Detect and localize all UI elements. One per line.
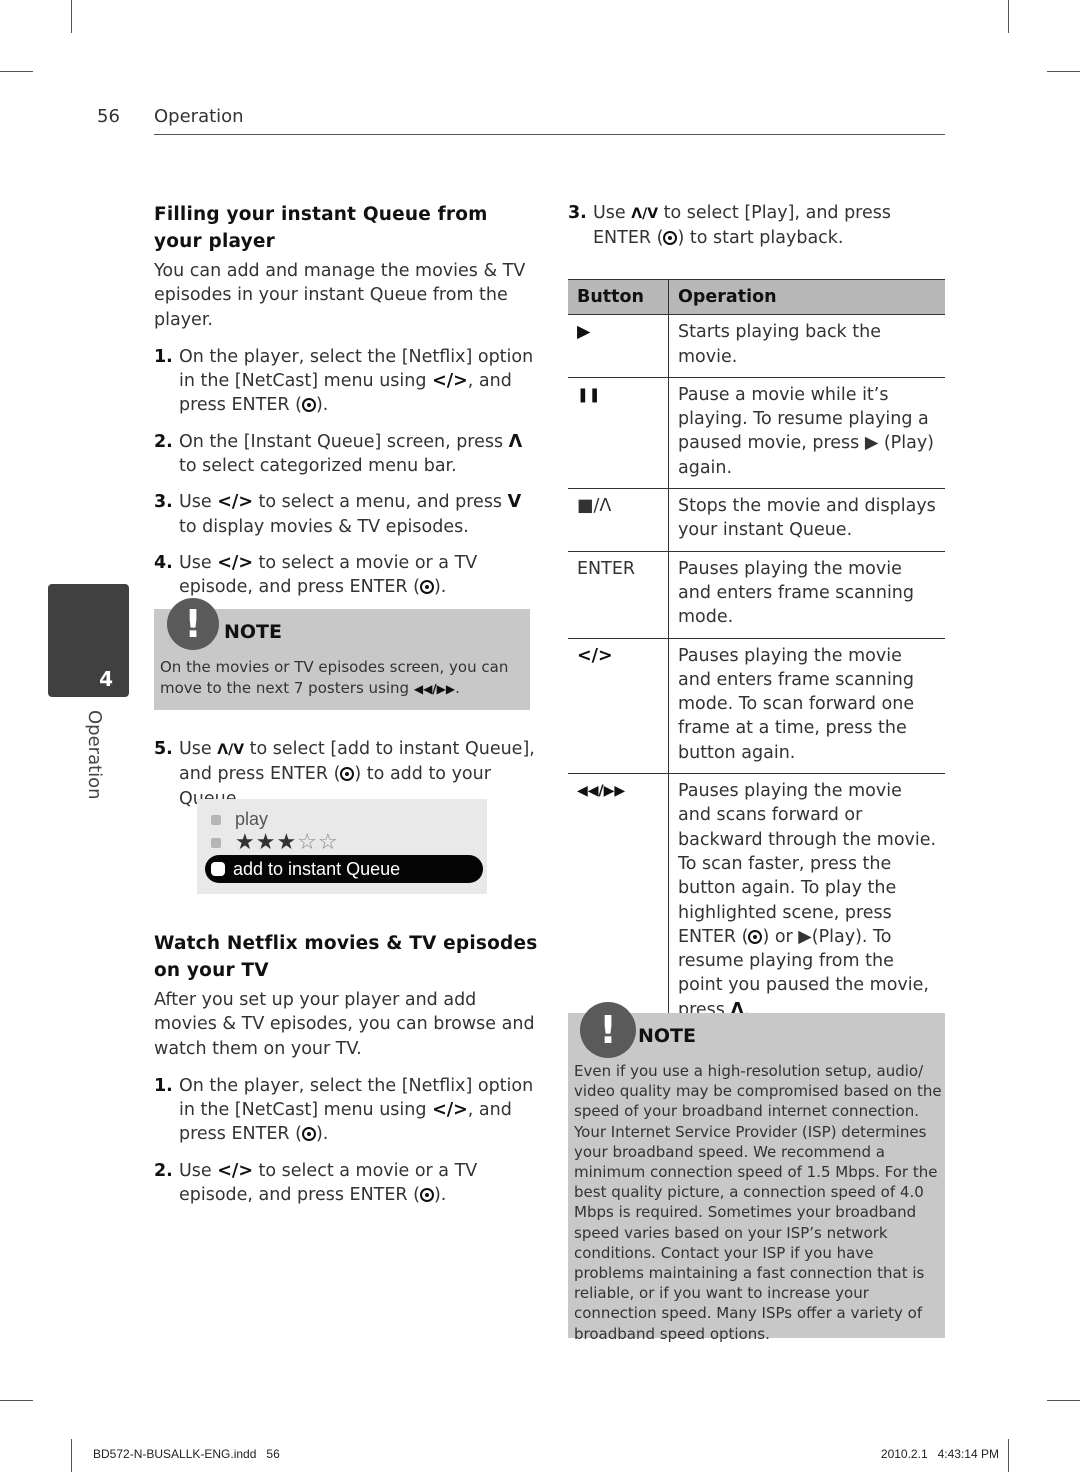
star-empty-icon: ☆ (317, 830, 338, 855)
exclamation-icon: ! (167, 598, 219, 650)
bullet-icon (211, 814, 221, 825)
note-body: Even if you use a high-resolution setup,… (574, 1062, 942, 1343)
table-row: ■/Λ Stops the movie and displays your in… (568, 488, 945, 552)
crop-mark (1047, 1400, 1080, 1401)
chapter-label: Operation (84, 710, 105, 800)
operation-cell: Pauses playing the movie and scans forwa… (668, 773, 945, 1032)
exclamation-icon: ! (580, 1002, 636, 1058)
crop-mark (1047, 71, 1080, 72)
skip-keys: ◀◀/▶▶ (413, 682, 456, 696)
up-down-key: Λ/V (631, 206, 659, 222)
star-filled-icon: ★ (235, 830, 255, 855)
note-body: On the movies or TV episodes screen, you… (160, 658, 509, 697)
button-operation-table: Button Operation ▶ Starts playing back t… (568, 278, 945, 1032)
chapter-tab: 4 (48, 584, 129, 697)
left-right-key: </> (432, 371, 468, 392)
table-row: ❚❚ Pause a movie while it’s playing. To … (568, 377, 945, 490)
star-rating: ★★★☆☆ (235, 832, 339, 854)
enter-icon (748, 929, 763, 944)
step-item: 3. Use </> to select a menu, and press V… (154, 492, 522, 537)
section-heading: Filling your instant Queue from your pla… (154, 204, 488, 252)
menu-item-play: play (211, 809, 268, 830)
left-right-key: </> (217, 1160, 253, 1181)
right-column: 3. Use Λ/V to select [Play], and press E… (568, 201, 945, 263)
step-item: 2. Use </> to select a movie or a TV epi… (154, 1160, 478, 1206)
enter-icon (419, 580, 434, 595)
enter-icon (663, 231, 678, 246)
up-down-key: Λ/V (217, 742, 245, 758)
page-number: 56 (97, 106, 120, 127)
section-intro: After you set up your player and add mov… (154, 990, 535, 1059)
note-title: NOTE (224, 621, 282, 643)
crop-mark (71, 0, 72, 33)
star-empty-icon: ☆ (297, 830, 317, 855)
left-column-section2: Watch Netflix movies & TV episodes on yo… (154, 930, 539, 1219)
note-title: NOTE (638, 1025, 696, 1047)
menu-item-add-to-queue: add to instant Queue (205, 855, 483, 883)
operation-cell: Stops the movie and displays your instan… (668, 488, 945, 552)
star-filled-icon: ★ (276, 830, 297, 855)
down-key: V (507, 492, 522, 513)
bullet-icon (211, 838, 221, 848)
left-right-key: </> (217, 492, 253, 513)
step-item: 3. Use Λ/V to select [Play], and press E… (568, 203, 891, 249)
section-intro: You can add and manage the movies & TV e… (154, 261, 526, 330)
enter-icon (419, 1188, 434, 1203)
step-item: 1. On the player, select the [Netflix] o… (154, 346, 534, 416)
column-header: Button (568, 278, 669, 316)
netflix-menu-screenshot: play ★★★☆☆ add to instant Queue (197, 799, 487, 894)
step-item: 2. On the [Instant Queue] screen, press … (154, 431, 523, 477)
header-divider (154, 134, 945, 135)
note-box: ! NOTE On the movies or TV episodes scre… (154, 598, 530, 710)
table-row: ◀◀/▶▶ Pauses playing the movie and scans… (568, 773, 945, 1032)
table-row: </> Pauses playing the movie and enters … (568, 638, 945, 775)
operation-cell: Pauses playing the movie and enters fram… (668, 638, 945, 775)
section-title: Operation (154, 106, 244, 127)
checkbox-icon (211, 862, 225, 876)
table-row: ▶ Starts playing back the movie. (568, 314, 945, 378)
step-item: 1. On the player, select the [Netflix] o… (154, 1075, 534, 1145)
stop-icon: ■/Λ (568, 488, 669, 552)
operation-cell: Pauses playing the movie and enters fram… (668, 551, 945, 639)
pause-icon: ❚❚ (568, 377, 669, 490)
enter-icon (340, 767, 355, 782)
footer-timestamp: 2010.2.1 4:43:14 PM (880, 1447, 999, 1461)
operation-cell: Pause a movie while it’s playing. To res… (668, 377, 945, 490)
left-right-key: </> (217, 552, 253, 573)
footer-file: BD572-N-BUSALLK-ENG.indd 56 (93, 1447, 280, 1461)
column-header: Operation (668, 278, 945, 316)
rating-row: ★★★☆☆ (211, 832, 339, 854)
table-header-row: Button Operation (568, 278, 945, 316)
star-filled-icon: ★ (255, 830, 276, 855)
rewind-forward-icon: ◀◀/▶▶ (568, 773, 669, 1032)
enter-icon (301, 1127, 316, 1142)
step-item: 4. Use </> to select a movie or a TV epi… (154, 552, 478, 598)
crop-mark (0, 71, 33, 72)
table-row: ENTER Pauses playing the movie and enter… (568, 551, 945, 639)
play-icon: ▶ (568, 314, 669, 378)
chapter-number: 4 (99, 667, 113, 691)
note-box: ! NOTE Even if you use a high-resolution… (568, 1002, 945, 1343)
operation-cell: Starts playing back the movie. (668, 314, 945, 378)
left-right-icon: </> (568, 638, 669, 775)
left-right-key: </> (432, 1100, 468, 1121)
button-cell: ENTER (568, 551, 669, 639)
enter-icon (301, 398, 316, 413)
crop-mark (1008, 0, 1009, 33)
crop-mark (0, 1400, 33, 1401)
section-heading: Watch Netflix movies & TV episodes on yo… (154, 933, 538, 981)
up-key: Λ (508, 431, 523, 452)
left-column: Filling your instant Queue from your pla… (154, 201, 539, 612)
crop-mark (71, 1439, 72, 1472)
crop-mark (1008, 1439, 1009, 1472)
